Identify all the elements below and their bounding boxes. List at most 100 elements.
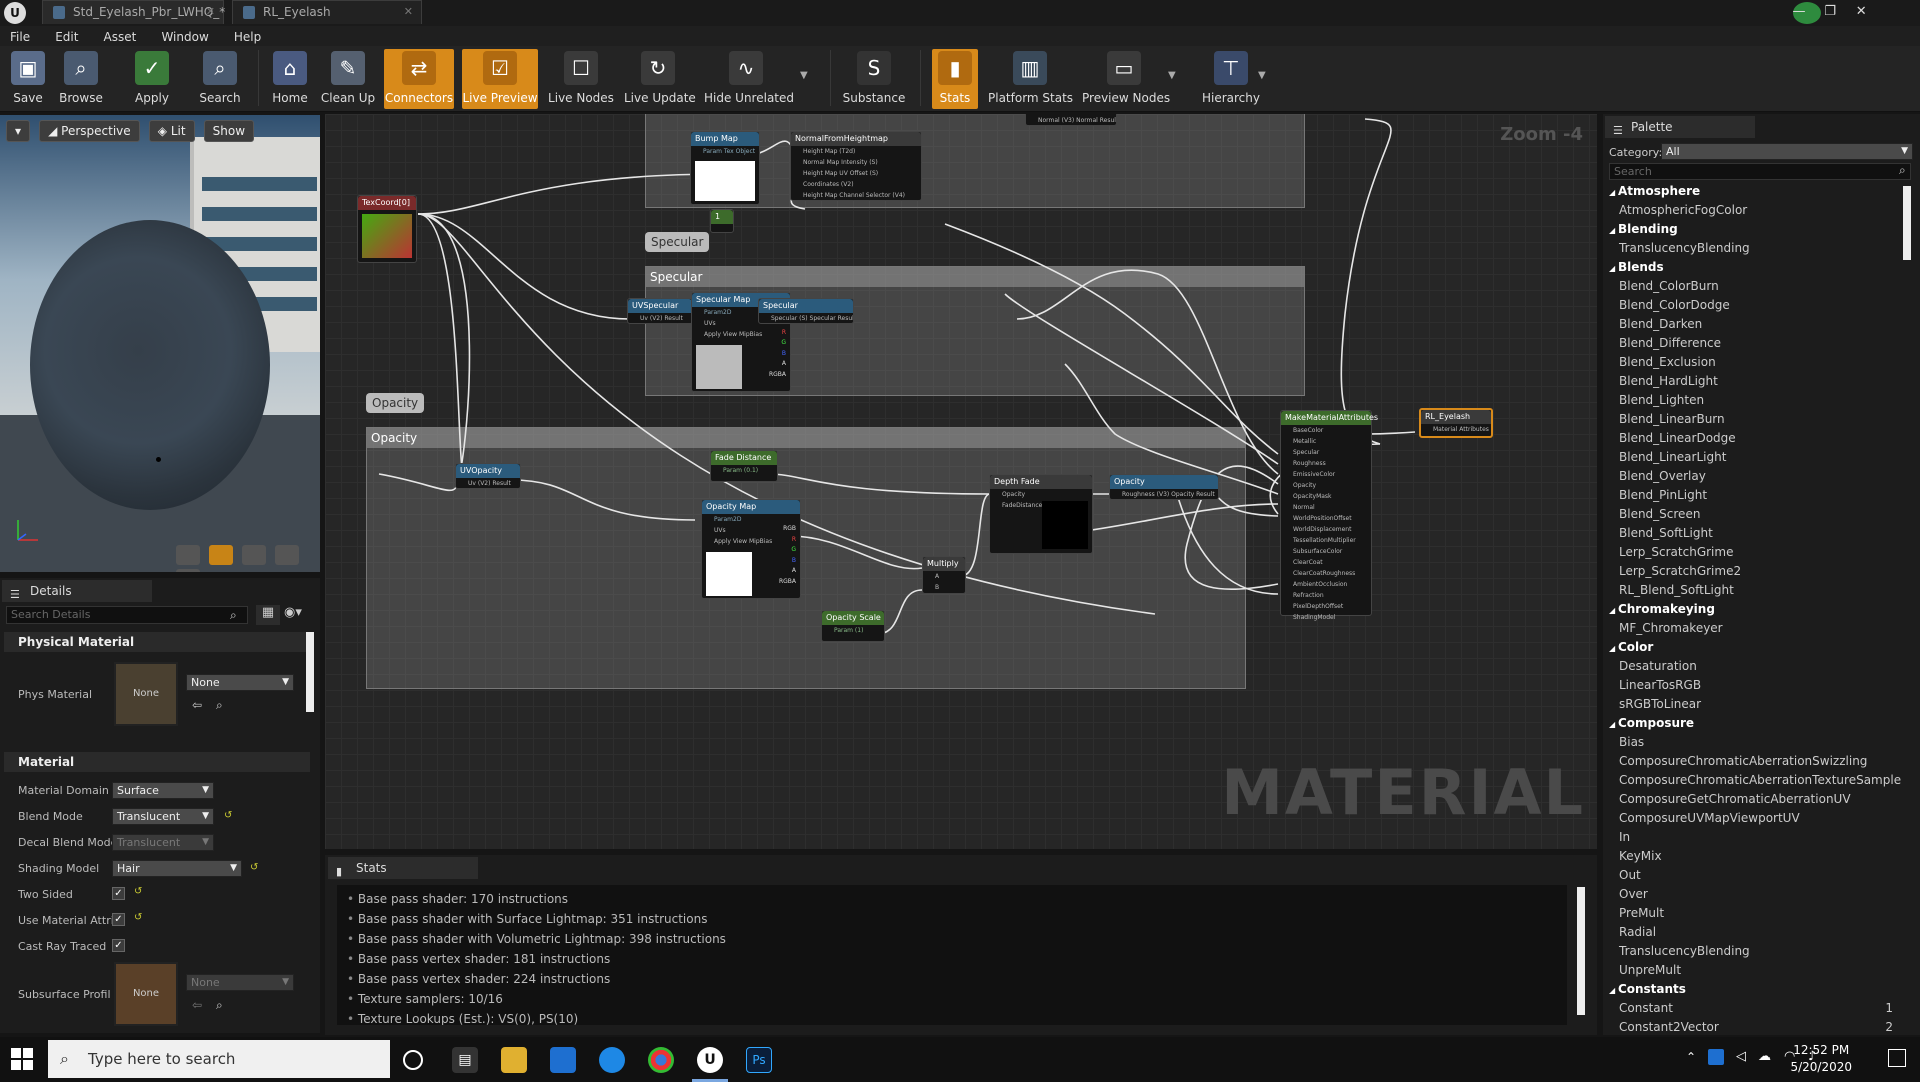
palette-item[interactable]: LinearTosRGB (1603, 676, 1903, 695)
viewport-options-button[interactable]: ▾ (6, 120, 31, 142)
node-pin[interactable]: Specular (1281, 447, 1371, 458)
preview-viewport[interactable]: ▾ ◢ Perspective ◈ Lit Show (0, 115, 320, 572)
blend-mode-dropdown[interactable]: Translucent ▼ (112, 808, 214, 825)
substance-button[interactable]: S Substance (842, 49, 906, 109)
lit-button[interactable]: ◈ Lit (148, 120, 195, 142)
chevron-down-icon[interactable]: ▼ (800, 70, 808, 81)
palette-item[interactable]: Blend_LinearDodge (1603, 429, 1903, 448)
node-pin[interactable]: Uv (V2) Result (628, 313, 692, 324)
palette-item[interactable]: Desaturation (1603, 657, 1903, 676)
palette-item[interactable]: Blend_Screen (1603, 505, 1903, 524)
node-pin[interactable]: RGBA (769, 370, 786, 381)
node-pin[interactable]: AmbientOcclusion (1281, 579, 1371, 590)
palette-item[interactable]: Bias (1603, 733, 1903, 752)
specular-function-node[interactable]: Specular Specular (S) Specular Result (758, 298, 854, 324)
tray-chevron-up-icon[interactable]: ⌃ (1686, 1050, 1696, 1064)
menu-window[interactable]: Window (151, 27, 218, 47)
shading-model-dropdown[interactable]: Hair ▼ (112, 860, 242, 877)
edge-icon[interactable] (599, 1047, 625, 1073)
sphere-shape-button[interactable] (209, 545, 234, 565)
live-nodes-button[interactable]: ☐ Live Nodes (548, 49, 614, 109)
node-pin[interactable]: Refraction (1281, 590, 1371, 601)
tab-std-eyelash[interactable]: Std_Eyelash_Pbr_LWHQ_* ✕ (42, 0, 225, 24)
make-material-attributes-node[interactable]: MakeMaterialAttributes BaseColor Metalli… (1280, 410, 1378, 621)
cylinder-shape-button[interactable] (176, 545, 200, 565)
node-pin[interactable]: Normal Map Intensity (S) (791, 157, 921, 168)
tray-app-icon[interactable] (1708, 1049, 1724, 1065)
file-explorer-icon[interactable] (501, 1047, 527, 1073)
depth-fade-node[interactable]: Depth Fade Opacity FadeDistance (989, 474, 1093, 554)
chevron-down-icon[interactable]: ▼ (1258, 70, 1266, 81)
node-pin[interactable]: Height Map UV Offset (S) (791, 168, 921, 179)
chevron-down-icon[interactable]: ▼ (1168, 70, 1176, 81)
stats-tab[interactable]: ▮ Stats (328, 857, 478, 879)
close-icon[interactable]: ✕ (206, 1, 215, 23)
eye-icon[interactable]: ◉▾ (284, 605, 314, 625)
node-pin[interactable]: SubsurfaceColor (1281, 546, 1371, 557)
palette-category[interactable]: ◢ Chromakeying (1603, 600, 1903, 619)
apply-button[interactable]: ✓ Apply (130, 49, 174, 109)
minimize-button[interactable]: — (1786, 4, 1812, 19)
palette-item[interactable]: ComposureUVMapViewportUV (1603, 809, 1903, 828)
use-material-attributes-checkbox[interactable]: ✓ (112, 913, 125, 926)
volume-icon[interactable]: ◁ (1736, 1049, 1746, 1064)
palette-item[interactable]: Blend_Difference (1603, 334, 1903, 353)
palette-item[interactable]: Blend_LinearLight (1603, 448, 1903, 467)
two-sided-checkbox[interactable]: ✓ (112, 887, 125, 900)
menu-file[interactable]: File (0, 27, 40, 47)
node-pin[interactable]: A (923, 571, 965, 582)
palette-category[interactable]: ◢ Blends (1603, 258, 1903, 277)
node-pin[interactable]: WorldPositionOffset (1281, 513, 1371, 524)
palette-item[interactable]: MF_Chromakeyer (1603, 619, 1903, 638)
constant-node[interactable]: 1 (710, 209, 734, 233)
phys-material-dropdown[interactable]: None ▼ (186, 674, 294, 691)
stats-button[interactable]: ▮ Stats (932, 49, 978, 109)
collapse-arrow-icon[interactable]: ◢ (1609, 188, 1618, 197)
details-tab[interactable]: ☰ Details (2, 580, 152, 602)
browse-asset-icon[interactable]: ⌕ (216, 698, 223, 713)
node-pin[interactable]: Opacity (1281, 480, 1371, 491)
node-pin[interactable]: Specular (S) Specular Result (759, 313, 853, 324)
node-pin[interactable]: A (769, 359, 786, 370)
result-node[interactable]: RL_Eyelash Material Attributes (1419, 408, 1493, 438)
palette-item[interactable]: PreMult (1603, 904, 1903, 923)
palette-item[interactable]: RL_Blend_SoftLight (1603, 581, 1903, 600)
maximize-button[interactable]: ❐ (1817, 4, 1843, 19)
stats-scrollbar[interactable] (1577, 887, 1585, 1015)
collapse-arrow-icon[interactable]: ◢ (1609, 986, 1618, 995)
details-scrollbar[interactable] (306, 632, 314, 712)
palette-item[interactable]: Constant2Vector 2 (1603, 1018, 1903, 1032)
palette-category[interactable]: ◢ Blending (1603, 220, 1903, 239)
collapse-arrow-icon[interactable]: ◢ (1609, 264, 1618, 273)
node-pin[interactable]: G (779, 545, 796, 556)
node-pin[interactable]: PixelDepthOffset (1281, 601, 1371, 612)
palette-category[interactable]: ◢ Atmosphere (1603, 182, 1903, 201)
palette-item[interactable]: Lerp_ScratchGrime (1603, 543, 1903, 562)
home-button[interactable]: ⌂ Home (268, 49, 312, 109)
node-pin[interactable]: BaseColor (1281, 425, 1371, 436)
palette-item[interactable]: Blend_LinearBurn (1603, 410, 1903, 429)
palette-item[interactable]: Blend_PinLight (1603, 486, 1903, 505)
node-pin[interactable]: ShadingModel (1281, 612, 1371, 623)
palette-item[interactable]: In (1603, 828, 1903, 847)
reset-icon[interactable]: ↺ (134, 886, 142, 897)
palette-item[interactable]: Blend_Exclusion (1603, 353, 1903, 372)
phys-material-thumbnail[interactable]: None (114, 662, 178, 726)
decal-blend-mode-dropdown[interactable]: Translucent ▼ (112, 834, 214, 851)
notifications-icon[interactable] (1888, 1049, 1906, 1067)
tab-rl-eyelash[interactable]: RL_Eyelash ✕ (232, 0, 422, 24)
use-selected-icon[interactable]: ⇦ (192, 998, 202, 1012)
palette-scrollbar[interactable] (1903, 186, 1911, 260)
node-pin[interactable]: ClearCoatRoughness (1281, 568, 1371, 579)
node-pin[interactable]: WorldDisplacement (1281, 524, 1371, 535)
system-clock[interactable]: 12:52 PM 5/20/2020 (1790, 1042, 1852, 1076)
cortana-icon[interactable] (403, 1050, 423, 1070)
use-selected-icon[interactable]: ⇦ (192, 698, 202, 712)
palette-item[interactable]: KeyMix (1603, 847, 1903, 866)
live-update-button[interactable]: ↻ Live Update (624, 49, 696, 109)
collapse-arrow-icon[interactable]: ◢ (1609, 226, 1618, 235)
hierarchy-button[interactable]: ⊤ Hierarchy (1198, 49, 1264, 109)
task-view-icon[interactable]: ▤ (452, 1047, 478, 1073)
material-domain-dropdown[interactable]: Surface ▼ (112, 782, 214, 799)
plane-shape-button[interactable] (242, 545, 267, 565)
